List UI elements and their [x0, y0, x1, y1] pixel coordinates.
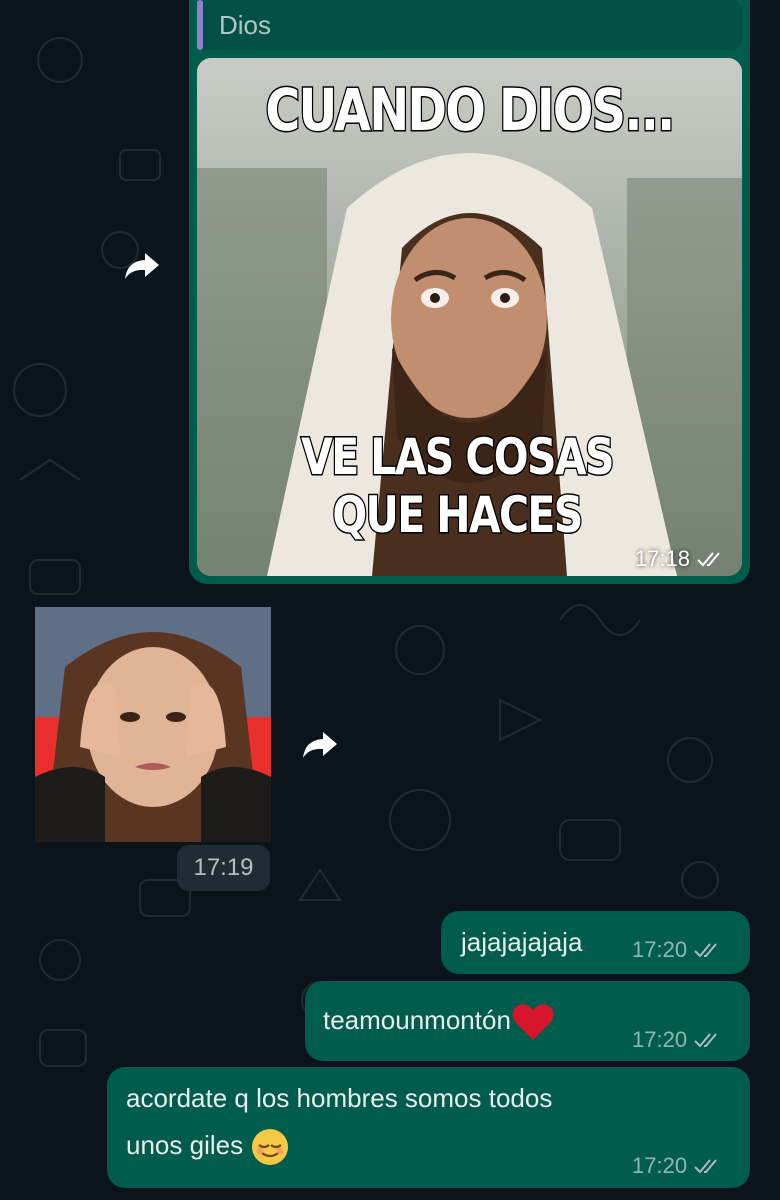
forward-icon — [125, 253, 159, 279]
forward-button-sticker[interactable] — [298, 723, 342, 767]
meme-time: 17:18 — [634, 546, 690, 571]
outgoing-message-1[interactable]: jajajajajaja 17:20 — [441, 911, 750, 974]
double-check-icon — [697, 552, 720, 567]
double-check-icon — [694, 1159, 717, 1174]
message-text: jajajajajaja — [461, 927, 583, 957]
quoted-message-label: Dios — [219, 10, 272, 40]
message-meta: 17:20 — [632, 1027, 723, 1053]
message-time: 17:20 — [632, 937, 688, 962]
sticker-illustration — [35, 607, 271, 842]
meme-bottom-caption-1: VE LAS COSAS — [300, 427, 616, 488]
message-text-line1: acordate q los hombres somos todos — [126, 1083, 553, 1113]
message-meta: 17:20 — [632, 1153, 723, 1179]
forward-button-meme[interactable] — [120, 244, 164, 288]
message-text-line2: unos giles — [126, 1130, 244, 1160]
relieved-face-emoji — [252, 1129, 289, 1166]
message-text-with-emoji: teamounmontón — [323, 999, 555, 1042]
message-text-line2-wrap: unos giles — [126, 1124, 290, 1167]
meme-bottom-caption-2: QUE HACES — [331, 485, 584, 546]
message-time: 17:20 — [632, 1027, 688, 1052]
outgoing-meme-message[interactable]: Dios CUANDO DIOS... VE LAS COSAS QUE HAC… — [189, 0, 750, 584]
sticker-image[interactable] — [35, 607, 271, 842]
quote-accent-bar — [197, 0, 203, 50]
message-text: teamounmontón — [323, 1005, 511, 1035]
red-heart-emoji — [512, 1004, 554, 1041]
outgoing-message-3[interactable]: acordate q los hombres somos todos unos … — [107, 1067, 750, 1188]
double-check-icon — [694, 943, 717, 958]
message-meta: 17:20 — [632, 937, 723, 963]
outgoing-message-2[interactable]: teamounmontón 17:20 — [305, 981, 750, 1061]
double-check-icon — [694, 1033, 717, 1048]
sticker-timestamp: 17:19 — [177, 845, 270, 891]
quoted-message-box[interactable]: Dios — [197, 0, 742, 50]
meme-timestamp: 17:18 — [635, 546, 726, 572]
meme-top-caption: CUANDO DIOS... — [264, 75, 676, 146]
forward-icon — [303, 732, 337, 758]
meme-image[interactable]: CUANDO DIOS... VE LAS COSAS QUE HACES 17… — [197, 58, 742, 576]
message-time: 17:20 — [632, 1153, 688, 1178]
